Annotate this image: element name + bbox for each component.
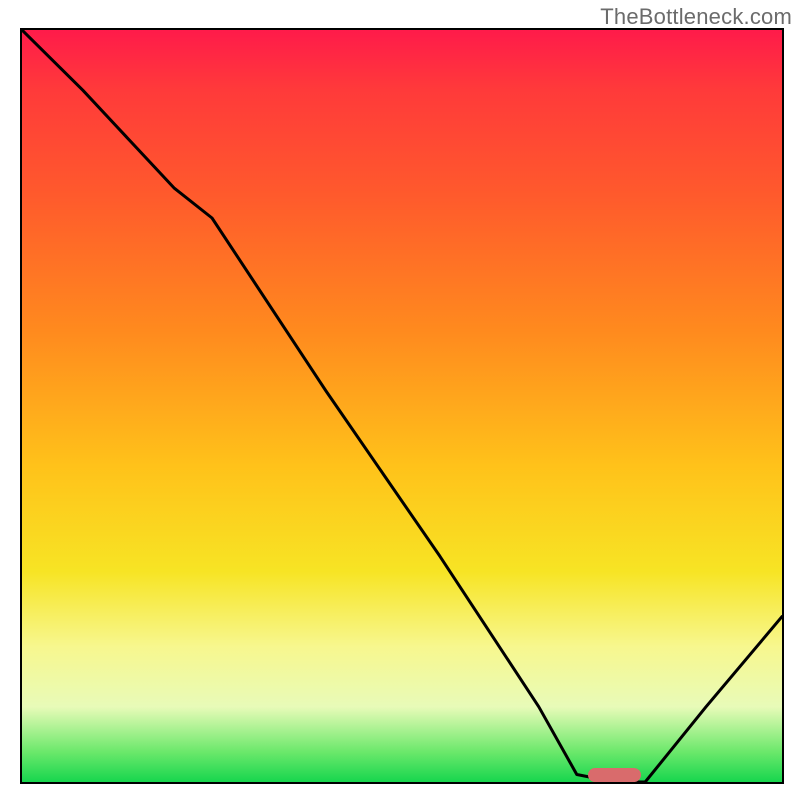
bottleneck-curve [22, 30, 782, 782]
chart-container: TheBottleneck.com [0, 0, 800, 800]
optimum-marker [588, 768, 641, 782]
watermark-text: TheBottleneck.com [600, 4, 792, 30]
plot-area [20, 28, 784, 784]
